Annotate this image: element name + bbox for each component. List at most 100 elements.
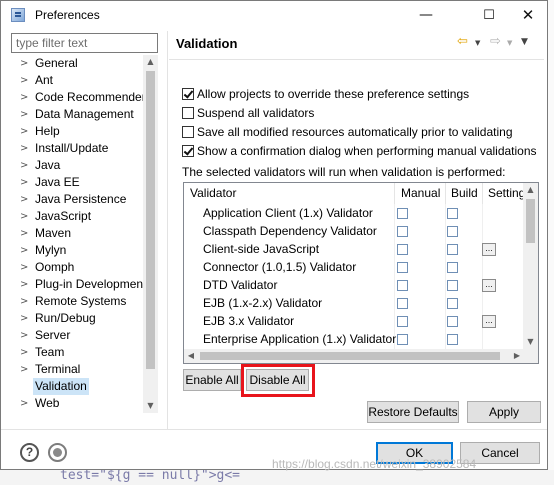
allow-override-option[interactable]: Allow projects to override these prefere…: [182, 86, 469, 102]
column-header-build[interactable]: Build: [451, 183, 478, 204]
expand-arrow-icon[interactable]: >: [20, 395, 28, 412]
settings-button[interactable]: ...: [482, 279, 496, 292]
back-arrow-icon[interactable]: ⇦: [457, 34, 468, 49]
expand-arrow-icon[interactable]: >: [20, 310, 28, 327]
tree-item-code-recommenders[interactable]: > Code Recommenders: [11, 89, 152, 106]
view-menu-icon[interactable]: ▼: [521, 37, 528, 47]
expand-arrow-icon[interactable]: >: [20, 106, 28, 123]
expand-arrow-icon[interactable]: >: [20, 174, 28, 191]
column-separator[interactable]: [394, 183, 395, 204]
manual-checkbox[interactable]: [397, 244, 408, 255]
column-separator[interactable]: [445, 183, 446, 204]
tree-item-java[interactable]: > Java: [11, 157, 145, 174]
save-all-option[interactable]: Save all modified resources automaticall…: [182, 124, 513, 140]
tree-item-help[interactable]: > Help: [11, 123, 145, 140]
column-header-validator[interactable]: Validator: [190, 183, 236, 204]
tree-item-javascript[interactable]: > JavaScript: [11, 208, 145, 225]
expand-arrow-icon[interactable]: >: [20, 55, 28, 72]
build-checkbox[interactable]: [447, 316, 458, 327]
tree-item-plug-in-development[interactable]: > Plug-in Development: [11, 276, 146, 293]
manual-checkbox[interactable]: [397, 298, 408, 309]
table-row[interactable]: Enterprise Application (1.x) Validator: [184, 331, 524, 349]
maximize-button[interactable]: ☐: [467, 3, 511, 27]
build-checkbox[interactable]: [447, 262, 458, 273]
tree-item-validation[interactable]: Validation: [11, 378, 145, 395]
expand-arrow-icon[interactable]: >: [20, 344, 28, 361]
column-separator[interactable]: [482, 183, 483, 204]
minimize-button[interactable]: —: [404, 3, 448, 27]
tree-item-mylyn[interactable]: > Mylyn: [11, 242, 145, 259]
cancel-button[interactable]: Cancel: [460, 442, 540, 464]
save-all-checkbox[interactable]: [182, 126, 194, 138]
tree-item-maven[interactable]: > Maven: [11, 225, 145, 242]
build-checkbox[interactable]: [447, 208, 458, 219]
expand-arrow-icon[interactable]: >: [20, 89, 28, 106]
column-header-manual[interactable]: Manual: [401, 183, 440, 204]
back-history-dropdown-icon[interactable]: ▼: [475, 39, 480, 47]
tree-item-server[interactable]: > Server: [11, 327, 145, 344]
pane-divider[interactable]: [167, 31, 168, 429]
filter-input[interactable]: [12, 34, 157, 52]
tree-scrollbar[interactable]: ▲ ▼: [143, 55, 158, 413]
column-header-settings[interactable]: Setting: [488, 183, 525, 204]
tree-item-remote-systems[interactable]: > Remote Systems: [11, 293, 145, 310]
table-horizontal-scrollbar[interactable]: ◀ ▶: [184, 349, 524, 363]
table-row[interactable]: DTD Validator ...: [184, 277, 524, 295]
expand-arrow-icon[interactable]: >: [20, 123, 28, 140]
build-checkbox[interactable]: [447, 226, 458, 237]
manual-checkbox[interactable]: [397, 280, 408, 291]
expand-arrow-icon[interactable]: >: [20, 242, 28, 259]
tree-item-data-management[interactable]: > Data Management: [11, 106, 145, 123]
tree-item-team[interactable]: > Team: [11, 344, 145, 361]
tree-item-terminal[interactable]: > Terminal: [11, 361, 145, 378]
scroll-right-arrow-icon[interactable]: ▶: [510, 349, 524, 363]
restore-defaults-button[interactable]: Restore Defaults: [367, 401, 459, 423]
scroll-left-arrow-icon[interactable]: ◀: [184, 349, 198, 363]
table-row[interactable]: EJB (1.x-2.x) Validator: [184, 295, 524, 313]
apply-button[interactable]: Apply: [467, 401, 541, 423]
record-preferences-icon[interactable]: [48, 443, 67, 462]
tree-item-install-update[interactable]: > Install/Update: [11, 140, 145, 157]
help-icon[interactable]: ?: [20, 443, 39, 462]
expand-arrow-icon[interactable]: >: [20, 293, 28, 310]
tree-item-run-debug[interactable]: > Run/Debug: [11, 310, 145, 327]
manual-checkbox[interactable]: [397, 208, 408, 219]
scrollbar-thumb[interactable]: [146, 71, 155, 369]
forward-history-dropdown-icon[interactable]: ▼: [507, 39, 512, 47]
expand-arrow-icon[interactable]: >: [20, 259, 28, 276]
tree-item-web[interactable]: > Web: [11, 395, 145, 412]
scroll-up-arrow-icon[interactable]: ▲: [523, 183, 538, 197]
tree-item-oomph[interactable]: > Oomph: [11, 259, 145, 276]
manual-checkbox[interactable]: [397, 316, 408, 327]
build-checkbox[interactable]: [447, 244, 458, 255]
expand-arrow-icon[interactable]: >: [20, 208, 28, 225]
expand-arrow-icon[interactable]: >: [20, 191, 28, 208]
confirm-dialog-option[interactable]: Show a confirmation dialog when performi…: [182, 143, 537, 159]
scroll-down-arrow-icon[interactable]: ▼: [523, 335, 538, 349]
build-checkbox[interactable]: [447, 280, 458, 291]
expand-arrow-icon[interactable]: >: [20, 225, 28, 242]
table-row[interactable]: Classpath Dependency Validator: [184, 223, 524, 241]
build-checkbox[interactable]: [447, 334, 458, 345]
manual-checkbox[interactable]: [397, 262, 408, 273]
forward-arrow-icon[interactable]: ⇨: [490, 34, 501, 49]
settings-button[interactable]: ...: [482, 243, 496, 256]
suspend-all-option[interactable]: Suspend all validators: [182, 105, 314, 121]
table-row[interactable]: EJB 3.x Validator ...: [184, 313, 524, 331]
close-button[interactable]: ✕: [506, 3, 550, 27]
build-checkbox[interactable]: [447, 298, 458, 309]
expand-arrow-icon[interactable]: >: [20, 276, 28, 293]
manual-checkbox[interactable]: [397, 334, 408, 345]
confirm-dialog-checkbox[interactable]: [182, 145, 194, 157]
scrollbar-thumb[interactable]: [200, 352, 500, 360]
table-row[interactable]: Application Client (1.x) Validator: [184, 205, 524, 223]
scrollbar-thumb[interactable]: [526, 199, 535, 243]
allow-override-checkbox[interactable]: [182, 88, 194, 100]
expand-arrow-icon[interactable]: >: [20, 140, 28, 157]
table-vertical-scrollbar[interactable]: ▲ ▼: [523, 183, 538, 349]
expand-arrow-icon[interactable]: >: [20, 327, 28, 344]
tree-item-general[interactable]: > General: [11, 55, 145, 72]
tree-item-java-persistence[interactable]: > Java Persistence: [11, 191, 145, 208]
settings-button[interactable]: ...: [482, 315, 496, 328]
suspend-all-checkbox[interactable]: [182, 107, 194, 119]
